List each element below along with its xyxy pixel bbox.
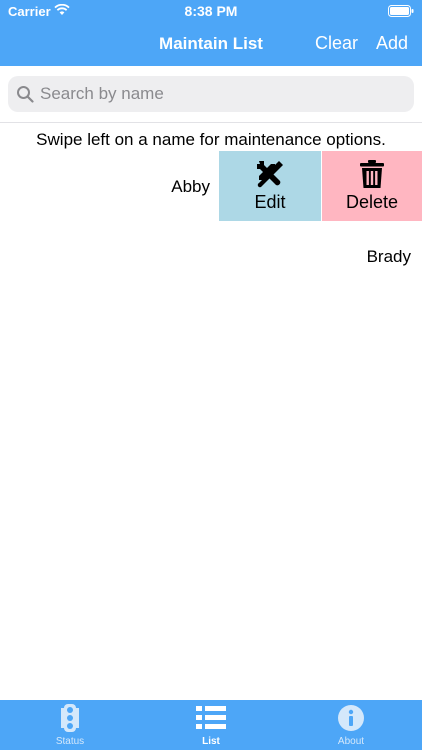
battery-icon — [388, 5, 414, 17]
tab-about[interactable]: About — [281, 700, 421, 750]
add-button[interactable]: Add — [376, 33, 408, 54]
instruction-text: Swipe left on a name for maintenance opt… — [36, 130, 386, 149]
info-icon — [338, 705, 364, 731]
edit-button[interactable]: Edit — [219, 151, 321, 221]
search-icon — [17, 86, 34, 103]
list-item[interactable]: Abby Edit Delete — [0, 151, 422, 221]
list-item[interactable]: Brady — [0, 221, 422, 291]
list-icon — [196, 706, 226, 729]
tab-about-label: About — [337, 736, 365, 747]
wrench-screwdriver-icon — [257, 161, 283, 188]
edit-label: Edit — [254, 192, 286, 212]
trash-icon — [360, 160, 384, 188]
header: Carrier 8:38 PM Maintain List Clear Add — [0, 0, 422, 66]
tab-list[interactable]: List — [141, 700, 281, 750]
list-item-name: Brady — [366, 247, 411, 266]
page-title: Maintain List — [159, 34, 263, 53]
tab-status[interactable]: Status — [0, 700, 140, 750]
search-bar — [8, 76, 414, 112]
tab-status-label: Status — [55, 736, 85, 747]
app-window: Carrier 8:38 PM Maintain List Clear Add — [0, 0, 422, 750]
status-time: 8:38 PM — [184, 3, 238, 19]
tab-bar: Status List About — [0, 700, 422, 750]
header-divider — [0, 122, 422, 123]
clear-button[interactable]: Clear — [315, 33, 358, 54]
list-item-name: Abby — [171, 177, 210, 196]
delete-label: Delete — [345, 192, 399, 212]
nav-bar: Maintain List Clear Add — [0, 24, 422, 66]
traffic-light-icon — [61, 704, 79, 732]
search-input[interactable] — [40, 76, 406, 112]
status-bar: Carrier 8:38 PM — [0, 0, 422, 24]
tab-list-label: List — [202, 736, 220, 747]
delete-button[interactable]: Delete — [322, 151, 422, 221]
